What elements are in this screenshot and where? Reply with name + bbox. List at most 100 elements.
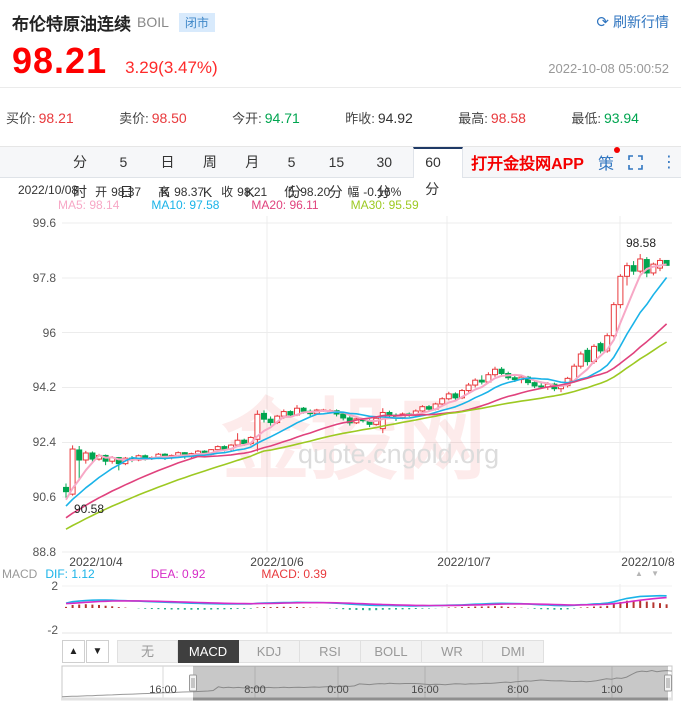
ohlc-value: 98.20 (300, 185, 330, 199)
market-status-badge: 闭市 (179, 13, 215, 32)
navigator-handle[interactable] (190, 675, 197, 691)
tab-period-5分[interactable]: 5分 (277, 147, 318, 177)
tab-period-15分[interactable]: 15分 (318, 147, 366, 177)
tab-period-60分[interactable]: 60分 (413, 147, 463, 178)
indicator-tab-MACD[interactable]: MACD (178, 640, 239, 663)
tab-period-5日[interactable]: 5日 (108, 147, 149, 177)
ohlc-value: 98.37 (111, 185, 141, 199)
macd-legend-0: DIF: 1.12 (45, 567, 94, 581)
y-axis-tick: 94.2 (0, 380, 56, 394)
navigator-handle[interactable] (665, 675, 672, 691)
period-tabs: 分时5日日K周K月K5分15分30分60分 (62, 147, 463, 177)
quote-field-3: 昨收:94.92 (345, 108, 413, 127)
y-axis-tick: 97.8 (0, 271, 56, 285)
more-menu-icon[interactable]: ⋮ (657, 152, 681, 172)
quote-field-0: 买价:98.21 (6, 108, 74, 127)
instrument-symbol: BOIL (137, 14, 169, 30)
ohlc-label: 开 (95, 185, 107, 199)
refresh-icon: ⟳ (596, 13, 609, 31)
x-axis-date-label: 2022/10/8 (621, 555, 674, 569)
svg-text:8:00: 8:00 (244, 684, 265, 696)
macd-panel-label: MACD (2, 567, 37, 581)
navigator-scrollbar[interactable] (193, 698, 668, 701)
tab-period-30分[interactable]: 30分 (365, 147, 413, 177)
macd-legend-2: MACD: 0.39 (261, 567, 326, 581)
quote-timestamp: 2022-10-08 05:00:52 (548, 61, 669, 76)
ohlc-field-收: 收 98.21 (217, 183, 267, 197)
quote-label: 最低: (571, 111, 601, 126)
strategy-label: 策 (598, 156, 614, 173)
svg-text:-2: -2 (47, 623, 58, 637)
quote-value: 94.71 (265, 110, 300, 126)
indicator-tab-无[interactable]: 无 (117, 640, 178, 663)
ohlc-label: 收 (221, 185, 233, 199)
fullscreen-icon[interactable] (628, 155, 643, 170)
ohlc-label: 低 (284, 185, 296, 199)
y-axis-tick: 90.6 (0, 490, 56, 504)
indicator-tab-BOLL[interactable]: BOLL (361, 640, 422, 663)
ohlc-field-开: 开 98.37 (91, 183, 141, 197)
macd-legend-row: MACD DIF: 1.12 DEA: 0.92 MACD: 0.39 (2, 567, 327, 581)
ohlc-field-低: 低 98.20 (280, 183, 330, 197)
indicator-toolbar: ▲ ▼ 无MACDKDJRSIBOLLWRDMI (62, 640, 544, 663)
ma-legend-0: MA5: 98.14 (58, 198, 119, 212)
quote-value: 98.21 (39, 110, 74, 126)
strategy-button[interactable]: 策 (598, 150, 614, 174)
chart-region: 金投网quote.cngold.org2-216:008:000:0016:00… (0, 216, 681, 702)
quote-value: 93.94 (604, 110, 639, 126)
ohlc-value: -0.16% (363, 185, 401, 199)
quote-value: 98.50 (152, 110, 187, 126)
tab-period-分时[interactable]: 分时 (62, 147, 108, 177)
quote-header: 布伦特原油连续 BOIL 闭市 ⟳ 刷新行情 98.21 3.29(3.47%)… (0, 0, 681, 88)
indicator-tab-KDJ[interactable]: KDJ (239, 640, 300, 663)
low-annotation: 90.58 (74, 502, 104, 516)
y-axis-tick: 96 (0, 326, 56, 340)
macd-legend-1: DEA: 0.92 (151, 567, 206, 581)
y-axis-tick: 99.6 (0, 216, 56, 230)
instrument-title: 布伦特原油连续 (12, 10, 131, 35)
refresh-quotes-link[interactable]: ⟳ 刷新行情 (596, 12, 669, 32)
quote-label: 卖价: (119, 111, 149, 126)
quote-field-1: 卖价:98.50 (119, 108, 187, 127)
quote-label: 买价: (6, 111, 36, 126)
svg-text:16:00: 16:00 (149, 684, 177, 696)
quote-label: 今开: (232, 111, 262, 126)
tab-period-周K[interactable]: 周K (192, 147, 234, 177)
ohlc-value: 98.37 (174, 185, 204, 199)
tab-period-月K[interactable]: 月K (234, 147, 276, 177)
ma-legend-3: MA30: 95.59 (351, 198, 419, 212)
price-change: 3.29(3.47%) (125, 58, 218, 78)
ohlc-field-高: 高 98.37 (154, 183, 204, 197)
macd-values: DIF: 1.12 DEA: 0.92 MACD: 0.39 (45, 567, 326, 581)
indicator-down-button[interactable]: ▼ (86, 640, 109, 663)
open-app-link[interactable]: 打开金投网APP (471, 150, 584, 174)
y-axis-tick: 88.8 (0, 545, 56, 559)
ohlc-value: 98.21 (237, 185, 267, 199)
svg-text:1:00: 1:00 (601, 684, 622, 696)
quote-field-2: 今开:94.71 (232, 108, 300, 127)
quote-label: 最高: (458, 111, 488, 126)
indicator-tab-WR[interactable]: WR (422, 640, 483, 663)
candlestick-chart-canvas[interactable]: 金投网quote.cngold.org2-216:008:000:0016:00… (0, 216, 681, 702)
indicator-tabs: 无MACDKDJRSIBOLLWRDMI (117, 640, 544, 663)
quote-fields-row: 买价:98.21 卖价:98.50 今开:94.71 昨收:94.92 最高:98.58… (0, 88, 681, 146)
indicator-tab-DMI[interactable]: DMI (483, 640, 544, 663)
ohlc-label: 幅 (347, 185, 359, 199)
period-tabbar: 分时5日日K周K月K5分15分30分60分 打开金投网APP 策 ⋮ (0, 146, 681, 178)
indicator-up-button[interactable]: ▲ (62, 640, 85, 663)
svg-text:quote.cngold.org: quote.cngold.org (298, 439, 499, 469)
ohlc-label: 高 (158, 185, 170, 199)
quote-value: 98.58 (491, 110, 526, 126)
quote-field-4: 最高:98.58 (458, 108, 526, 127)
tab-period-日K[interactable]: 日K (149, 147, 191, 177)
bar-date: 2022/10/08 (18, 183, 78, 197)
svg-text:8:00: 8:00 (507, 684, 528, 696)
ma-legend-2: MA20: 96.11 (251, 198, 318, 212)
quote-label: 昨收: (345, 111, 375, 126)
svg-text:16:00: 16:00 (411, 684, 439, 696)
indicator-tab-RSI[interactable]: RSI (300, 640, 361, 663)
y-axis-tick: 92.4 (0, 435, 56, 449)
quote-value: 94.92 (378, 110, 413, 126)
x-axis-date-label: 2022/10/4 (69, 555, 122, 569)
panel-collapse-icons[interactable]: ▲ ▼ (635, 569, 662, 578)
